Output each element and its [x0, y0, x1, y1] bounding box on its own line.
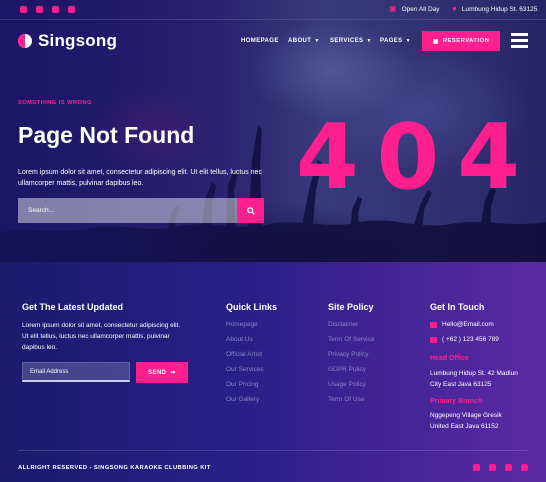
- reservation-button[interactable]: ▣ RESERVATION: [422, 31, 500, 51]
- quick-links-title: Quick Links: [226, 302, 278, 312]
- footer-link[interactable]: Term Of Use: [328, 396, 375, 411]
- nav-item-about[interactable]: ABOUT ▼: [288, 38, 320, 44]
- footer-link[interactable]: Homepage: [226, 321, 264, 336]
- email-icon: [430, 321, 437, 328]
- arrow-right-icon: ➜: [170, 370, 176, 376]
- contact-email[interactable]: Hello@Email.com: [430, 321, 494, 328]
- brand-name: Singsong: [38, 31, 118, 50]
- search-icon: [246, 206, 255, 215]
- calendar-icon: ▣: [432, 38, 439, 45]
- head-office-address: Lumbung Hidup St. 42 Madiun City East Ja…: [430, 370, 518, 388]
- brand-logo[interactable]: Singsong: [18, 31, 117, 51]
- top-address-text: Lumbung Hidup St. 63125: [461, 5, 538, 13]
- send-button[interactable]: SEND ➜: [136, 362, 188, 383]
- search-input[interactable]: Search...: [18, 198, 237, 223]
- newsletter-description: Lorem ipsum dolor sit amet, consectetur …: [22, 322, 181, 351]
- youtube-icon[interactable]: [505, 464, 512, 471]
- head-office-label: Head Office: [430, 355, 469, 362]
- error-label: SOMETHING IS WRONG: [18, 100, 92, 106]
- copyright-text: ALLRIGHT RESERVED - SINGSONG KARAOKE CLU…: [18, 465, 211, 471]
- hamburger-menu-icon[interactable]: [511, 33, 528, 48]
- hero-description: Lorem ipsum dolor sit amet, consectetur …: [18, 169, 262, 187]
- footer-divider: [18, 450, 528, 451]
- footer-link[interactable]: GDPR Policy: [328, 366, 375, 381]
- reservation-label: RESERVATION: [442, 38, 490, 44]
- logo-icon: [18, 34, 32, 48]
- email-input[interactable]: Email Address: [22, 362, 130, 382]
- nav-item-label: ABOUT: [288, 38, 312, 44]
- footer-link[interactable]: Official Artist: [226, 351, 264, 366]
- chevron-down-icon: ▼: [366, 38, 372, 44]
- quick-links-list: Homepage About Us Official Artist Our Se…: [226, 321, 264, 411]
- footer-link[interactable]: Privacy Policy: [328, 351, 375, 366]
- contact-email-text: Hello@Email.com: [442, 321, 494, 328]
- top-address: ● Lumbung Hidup St. 63125: [452, 5, 537, 13]
- top-bar: ▣ Open All Day ● Lumbung Hidup St. 63125: [0, 0, 546, 20]
- nav-item-homepage[interactable]: HOMEPAGE: [241, 38, 279, 44]
- send-label: SEND: [148, 369, 167, 376]
- top-social-links: [20, 6, 75, 13]
- footer-link[interactable]: About Us: [226, 336, 264, 351]
- phone-icon: [430, 336, 437, 343]
- twitter-icon[interactable]: [36, 6, 43, 13]
- search-button[interactable]: [237, 198, 264, 223]
- footer-link[interactable]: Term Of Service: [328, 336, 375, 351]
- linkedin-icon[interactable]: [68, 6, 75, 13]
- nav-item-label: HOMEPAGE: [241, 38, 279, 44]
- chevron-down-icon: ▼: [405, 38, 411, 44]
- hero-section: ▣ Open All Day ● Lumbung Hidup St. 63125…: [0, 0, 546, 262]
- opening-hours-text: Open All Day: [401, 5, 440, 13]
- footer-link[interactable]: Our Gallery: [226, 396, 264, 411]
- chevron-down-icon: ▼: [314, 38, 320, 44]
- site-policy-title: Site Policy: [328, 302, 374, 312]
- contact-phone[interactable]: ( +62 ) 123 456 789: [430, 336, 499, 343]
- youtube-icon[interactable]: [52, 6, 59, 13]
- twitter-icon[interactable]: [489, 464, 496, 471]
- facebook-icon[interactable]: [20, 6, 27, 13]
- error-code: 404: [296, 105, 538, 210]
- map-pin-icon: ●: [452, 4, 457, 13]
- linkedin-icon[interactable]: [521, 464, 528, 471]
- nav-item-label: SERVICES: [330, 38, 364, 44]
- site-policy-list: Disclaimer Term Of Service Privacy Polic…: [328, 321, 375, 411]
- footer-link[interactable]: Usage Policy: [328, 381, 375, 396]
- facebook-icon[interactable]: [473, 464, 480, 471]
- opening-hours: ▣ Open All Day: [389, 5, 440, 13]
- primary-branch-address: Nggepeng Village Gresik United East Java…: [430, 412, 502, 430]
- nav-item-services[interactable]: SERVICES ▼: [330, 38, 372, 44]
- footer-social-links: [473, 464, 528, 471]
- nav-item-label: PAGES: [380, 38, 403, 44]
- footer-link[interactable]: Disclaimer: [328, 321, 375, 336]
- calendar-icon: ▣: [389, 4, 397, 13]
- footer-link[interactable]: Our Services: [226, 366, 264, 381]
- contact-title: Get In Touch: [430, 302, 485, 312]
- page-title: Page Not Found: [18, 122, 195, 148]
- primary-branch-label: Primary Branch: [430, 398, 483, 405]
- nav-item-pages[interactable]: PAGES ▼: [380, 38, 411, 44]
- contact-phone-text: ( +62 ) 123 456 789: [442, 336, 499, 343]
- footer-link[interactable]: Our Pricing: [226, 381, 264, 396]
- newsletter-title: Get The Latest Updated: [22, 302, 124, 312]
